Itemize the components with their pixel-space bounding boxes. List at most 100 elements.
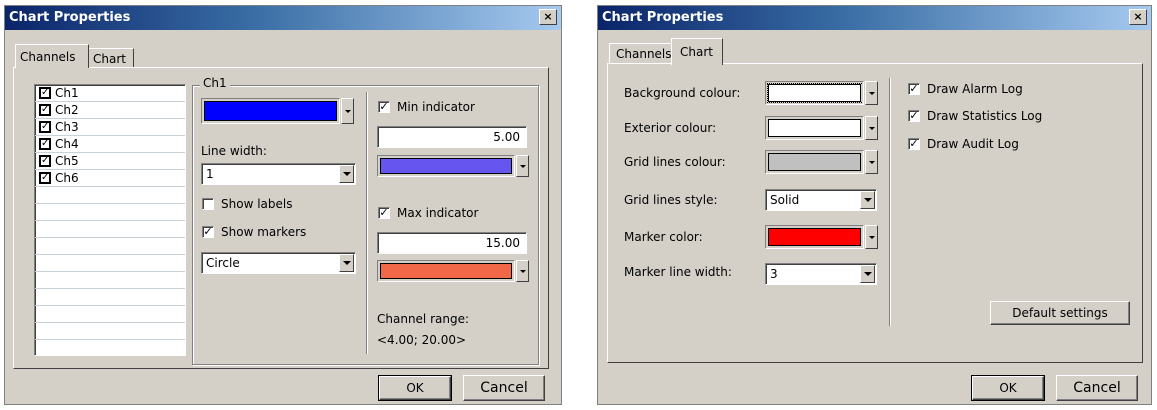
min-indicator-value-input[interactable]: 5.00 (377, 126, 527, 148)
chevron-down-icon (342, 261, 351, 265)
channel-label: Ch5 (55, 154, 79, 168)
grid-lines-colour-picker[interactable] (765, 150, 878, 174)
tab-channels[interactable]: Channels (609, 43, 672, 64)
cancel-button[interactable]: Cancel (463, 375, 545, 401)
draw-alarm-log-label: Draw Alarm Log (927, 82, 1023, 96)
list-item[interactable]: ✓ Ch4 (35, 136, 185, 153)
channel-color-fill (204, 101, 337, 121)
close-icon: × (543, 10, 553, 23)
chevron-down-icon (519, 164, 526, 168)
list-item (35, 238, 185, 255)
draw-statistics-log-label: Draw Statistics Log (927, 109, 1043, 123)
chevron-down-icon (868, 160, 875, 164)
list-item (35, 306, 185, 323)
marker-shape-select[interactable]: Circle (201, 252, 356, 274)
list-item[interactable]: ✓ Ch2 (35, 102, 185, 119)
chevron-down-icon (868, 126, 875, 130)
list-item[interactable]: ✓ Ch1 (35, 85, 185, 102)
line-width-select[interactable]: 1 (201, 163, 356, 185)
chevron-down-icon (863, 198, 872, 202)
list-item (35, 187, 185, 204)
max-indicator-checkbox[interactable]: ✓ (378, 207, 390, 219)
channel-checkbox[interactable]: ✓ (39, 87, 51, 99)
chevron-down-icon (868, 91, 875, 95)
grid-lines-colour-label: Grid lines colour: (624, 155, 726, 169)
chevron-down-icon (342, 172, 351, 176)
background-colour-fill (768, 84, 861, 102)
channel-label: Ch3 (55, 120, 79, 134)
show-labels-label: Show labels (221, 197, 293, 211)
list-item (35, 289, 185, 306)
channel-list[interactable]: ✓ Ch1 ✓ Ch2 ✓ Ch3 ✓ Ch4 ✓ Ch5 ✓ Ch6 (34, 84, 186, 356)
ok-button[interactable]: OK (971, 375, 1045, 401)
list-item (35, 255, 185, 272)
draw-audit-log-label: Draw Audit Log (927, 137, 1019, 151)
close-button[interactable]: × (1129, 9, 1147, 25)
draw-alarm-log-checkbox[interactable]: ✓ (908, 83, 920, 95)
marker-line-width-select[interactable]: 3 (765, 263, 877, 285)
list-item[interactable]: ✓ Ch5 (35, 153, 185, 170)
list-item (35, 323, 185, 340)
marker-color-picker[interactable] (765, 225, 878, 249)
vertical-separator (366, 92, 368, 354)
ok-button[interactable]: OK (378, 375, 452, 401)
line-width-label: Line width: (201, 144, 267, 158)
list-item (35, 204, 185, 221)
channel-range-label: Channel range: (377, 312, 470, 326)
tab-channels[interactable]: Channels (15, 44, 89, 68)
grid-lines-style-select[interactable]: Solid (765, 189, 877, 211)
channel-label: Ch4 (55, 137, 79, 151)
chevron-down-icon (868, 235, 875, 239)
min-indicator-color-fill (380, 158, 512, 174)
max-indicator-label: Max indicator (397, 206, 479, 220)
min-indicator-checkbox[interactable]: ✓ (378, 101, 390, 113)
exterior-colour-picker[interactable] (765, 116, 878, 140)
chart-properties-dialog-chart: Chart Properties × Channels Chart Backgr… (597, 5, 1152, 405)
background-colour-label: Background colour: (624, 86, 741, 100)
show-markers-checkbox[interactable]: ✓ (202, 226, 214, 238)
channel-checkbox[interactable]: ✓ (39, 172, 51, 184)
list-item[interactable]: ✓ Ch6 (35, 170, 185, 187)
grid-lines-colour-fill (768, 153, 861, 171)
close-button[interactable]: × (539, 9, 557, 25)
tab-chart[interactable]: Chart (671, 38, 723, 65)
background-colour-picker[interactable] (765, 81, 878, 105)
dialog-title: Chart Properties (602, 10, 724, 25)
channel-range-value: <4.00; 20.00> (377, 333, 467, 347)
default-settings-button[interactable]: Default settings (990, 301, 1130, 325)
channel-checkbox[interactable]: ✓ (39, 138, 51, 150)
draw-audit-log-checkbox[interactable]: ✓ (908, 138, 920, 150)
min-indicator-color-picker[interactable] (377, 155, 529, 177)
show-labels-checkbox[interactable] (202, 198, 214, 210)
title-bar: Chart Properties × (5, 6, 561, 30)
show-markers-label: Show markers (221, 225, 307, 239)
channel-label: Ch1 (55, 86, 79, 100)
close-icon: × (1133, 10, 1143, 23)
chevron-down-icon (344, 109, 351, 113)
exterior-colour-label: Exterior colour: (624, 121, 717, 135)
list-item[interactable]: ✓ Ch3 (35, 119, 185, 136)
channel-label: Ch2 (55, 103, 79, 117)
exterior-colour-fill (768, 119, 861, 137)
marker-color-fill (768, 228, 861, 246)
chevron-down-icon (519, 269, 526, 273)
channel-checkbox[interactable]: ✓ (39, 104, 51, 116)
channel-color-picker[interactable] (201, 98, 354, 124)
draw-statistics-log-checkbox[interactable]: ✓ (908, 110, 920, 122)
marker-color-label: Marker color: (624, 230, 703, 244)
chart-properties-dialog-channels: Chart Properties × Channels Chart ✓ Ch1 ✓ C… (4, 5, 562, 405)
list-item (35, 221, 185, 238)
marker-line-width-label: Marker line width: (624, 265, 732, 279)
max-indicator-value-input[interactable]: 15.00 (377, 232, 527, 254)
channel-label: Ch6 (55, 171, 79, 185)
tab-chart[interactable]: Chart (88, 48, 134, 68)
title-bar: Chart Properties × (598, 6, 1151, 30)
group-label: Ch1 (200, 76, 230, 90)
max-indicator-color-picker[interactable] (377, 260, 529, 282)
max-indicator-color-fill (380, 263, 512, 279)
vertical-separator (889, 78, 891, 326)
channel-checkbox[interactable]: ✓ (39, 121, 51, 133)
channel-checkbox[interactable]: ✓ (39, 155, 51, 167)
grid-lines-style-label: Grid lines style: (624, 193, 718, 207)
cancel-button[interactable]: Cancel (1056, 375, 1138, 401)
